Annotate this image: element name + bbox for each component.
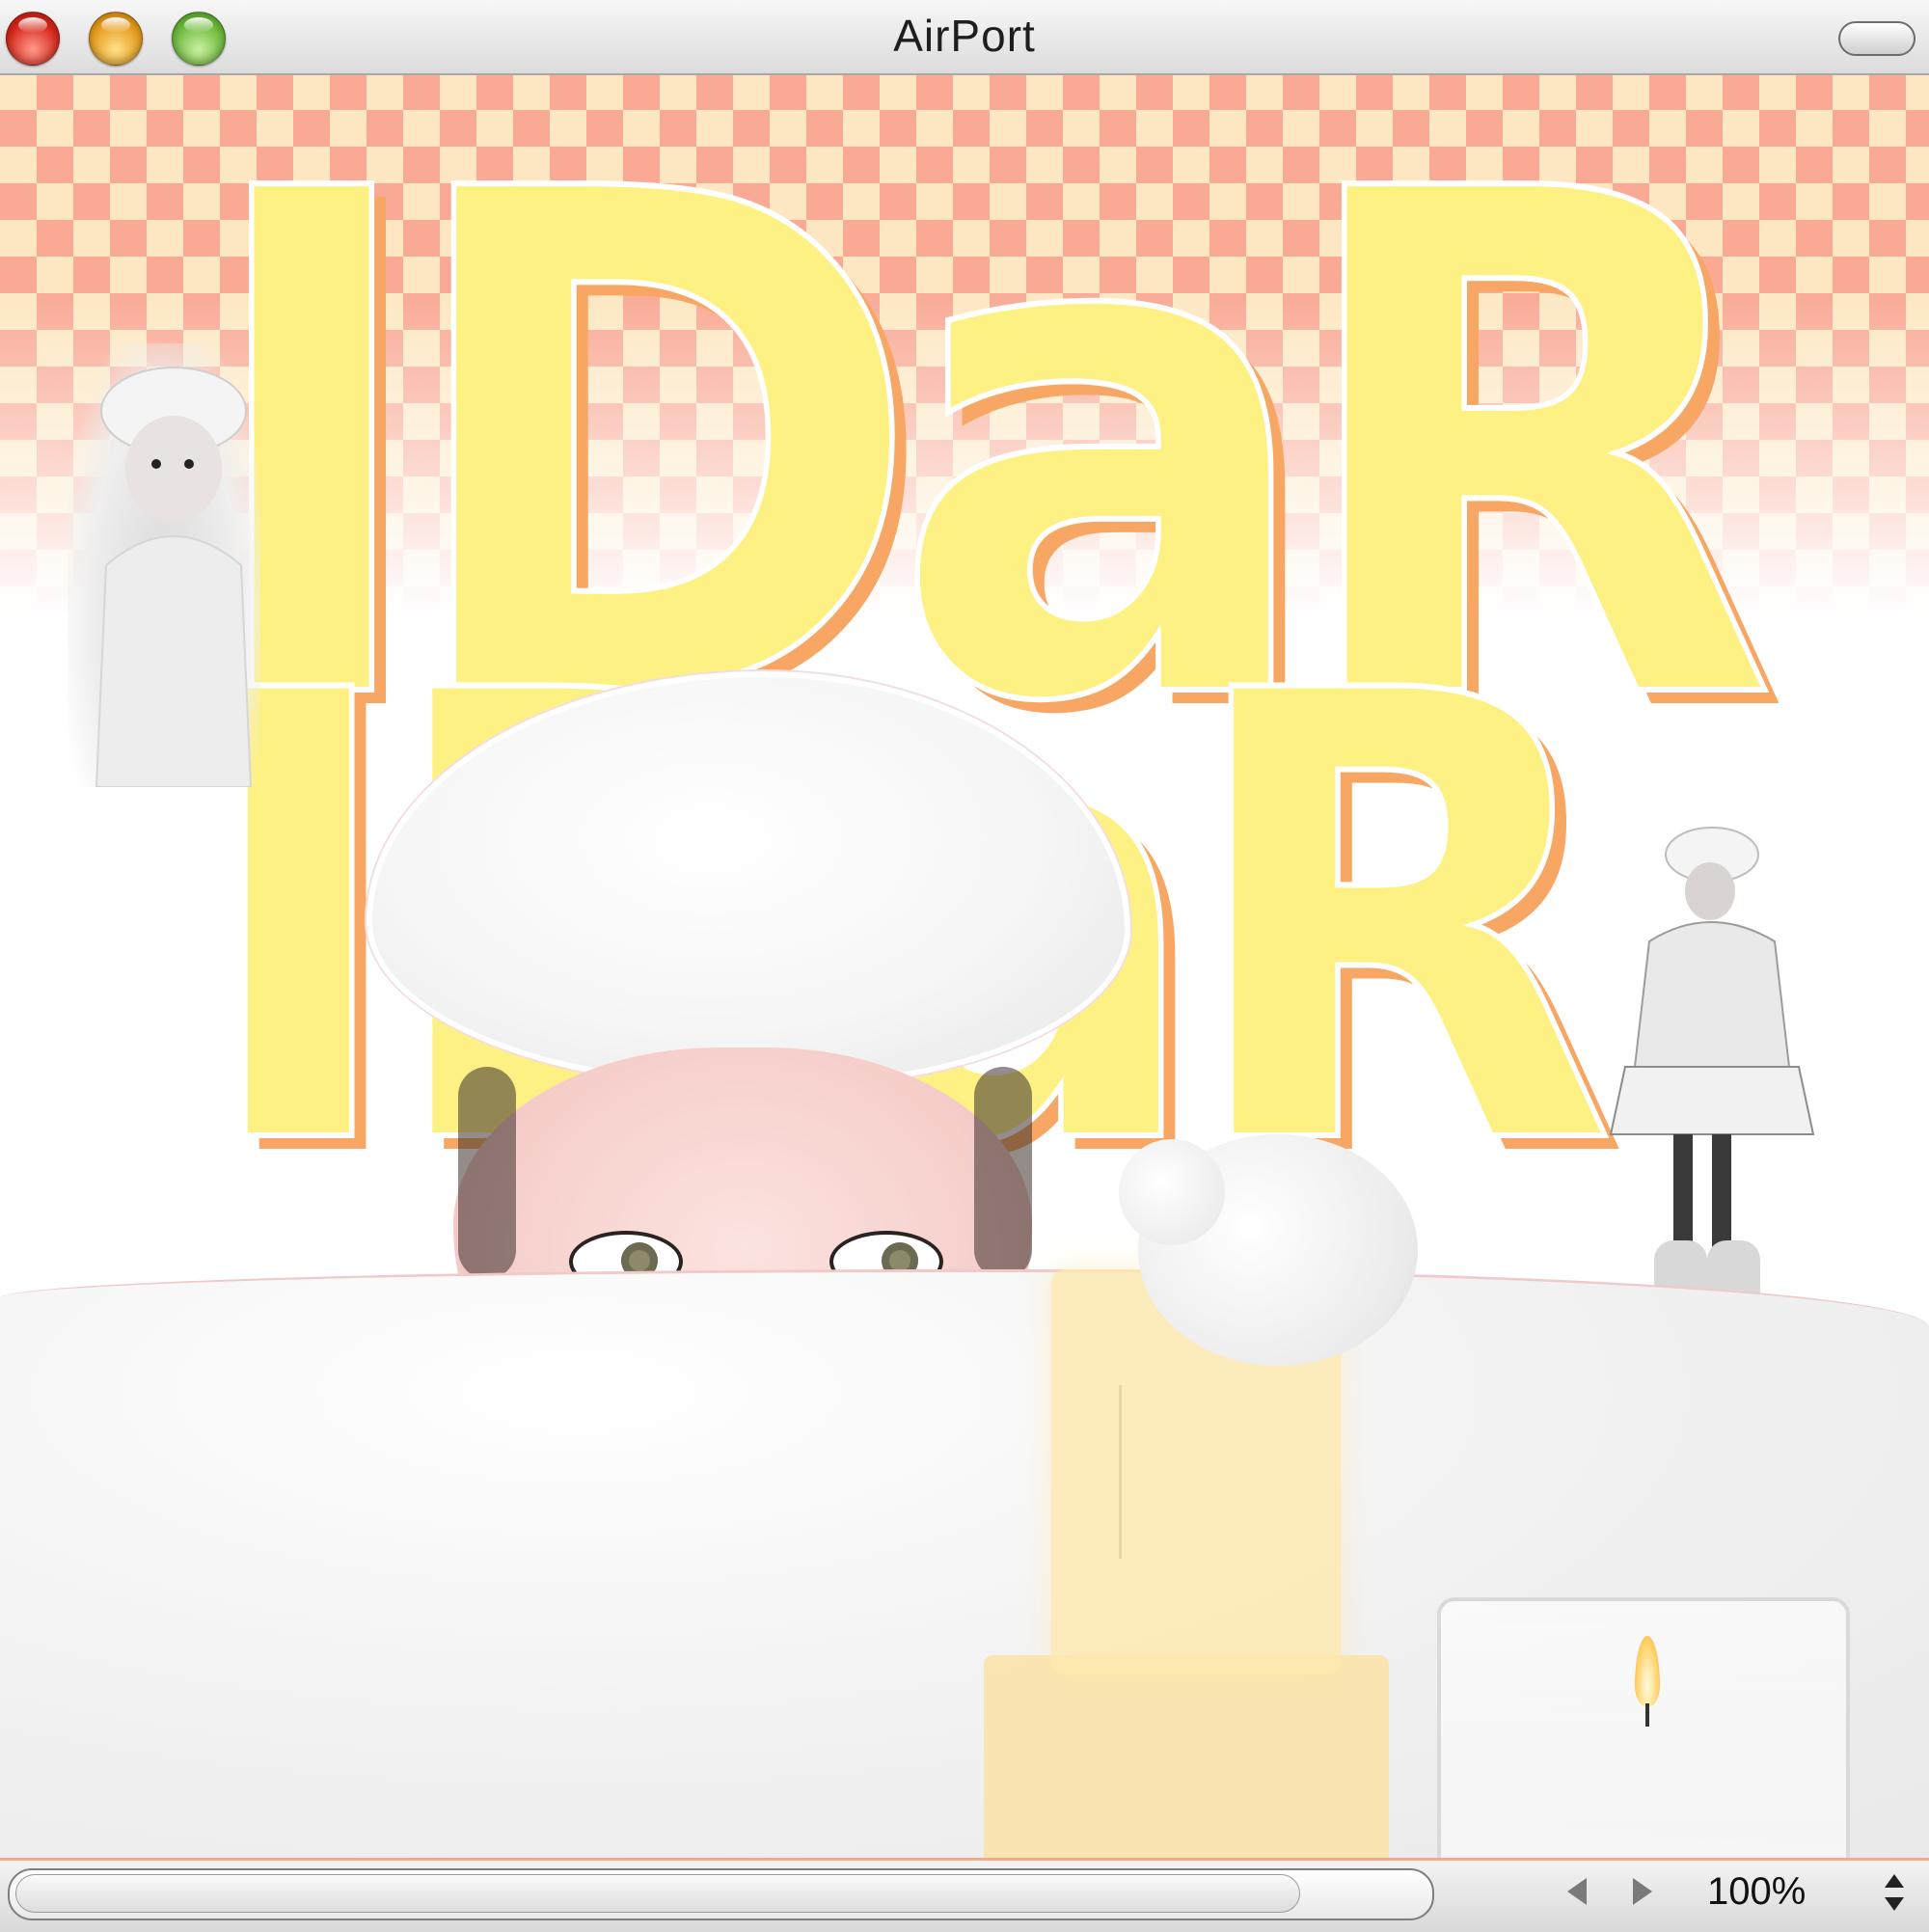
bottom-status-bar: 100%: [0, 1858, 1929, 1932]
scroll-left-arrow-icon[interactable]: [1567, 1878, 1587, 1905]
toolbar-toggle-button[interactable]: [1838, 21, 1915, 56]
window-title-bar: AirPort: [0, 0, 1929, 75]
hair-strand-right: [974, 1067, 1032, 1279]
bottle-label: [1119, 1385, 1237, 1559]
scroll-right-arrow-icon[interactable]: [1633, 1878, 1652, 1905]
zoom-level[interactable]: 100%: [1707, 1870, 1806, 1914]
sticker-portrait-left: [68, 343, 260, 788]
stepper-down-icon[interactable]: [1885, 1897, 1904, 1911]
zoom-stepper[interactable]: [1881, 1870, 1910, 1917]
horizontal-scrollbar[interactable]: [8, 1868, 1434, 1920]
candle-wick: [1645, 1703, 1649, 1727]
scrollbar-thumb[interactable]: [15, 1874, 1300, 1913]
perfume-box: [984, 1655, 1389, 1858]
sticker-figure-right: [1596, 816, 1823, 1347]
stepper-up-icon[interactable]: [1885, 1874, 1904, 1888]
hair-strand-left: [458, 1067, 516, 1279]
content-area: IDaR IDaR: [0, 73, 1929, 1858]
pompom-small: [1119, 1139, 1225, 1245]
window-title: AirPort: [893, 11, 1036, 61]
